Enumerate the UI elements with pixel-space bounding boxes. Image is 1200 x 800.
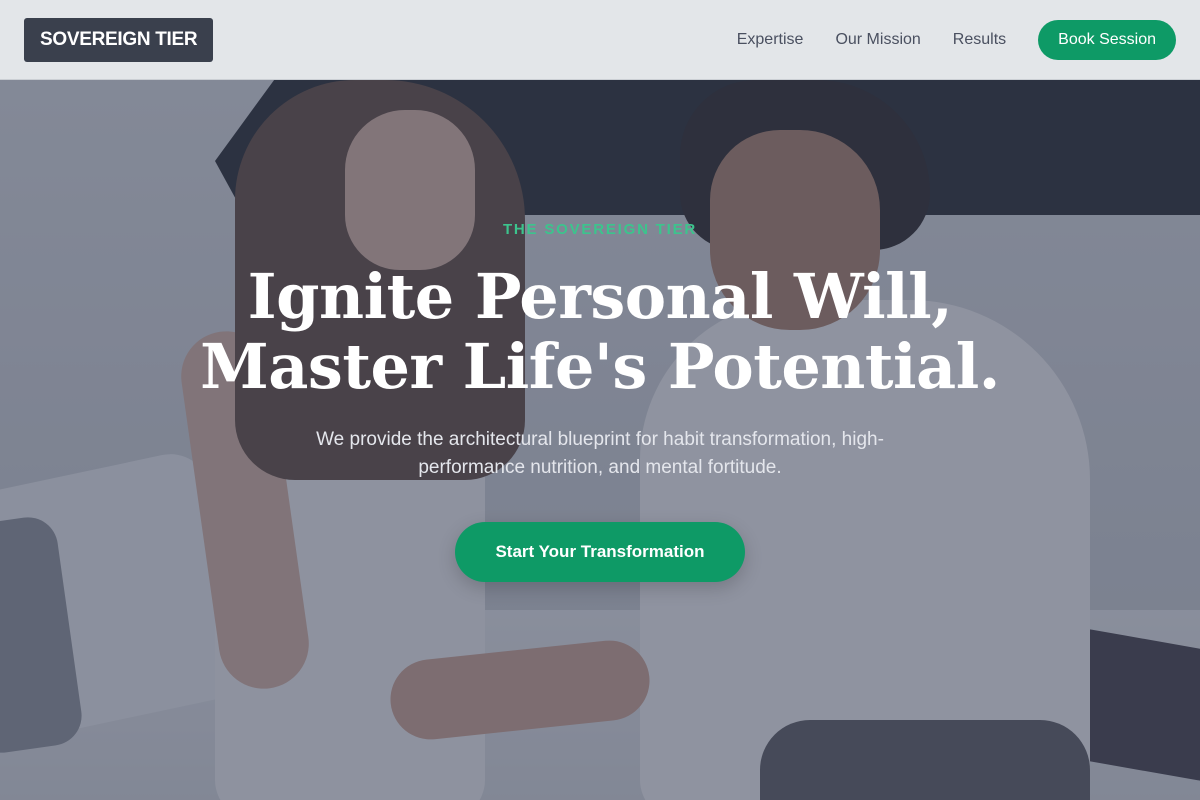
brand-logo[interactable]: SOVEREIGN TIER bbox=[24, 18, 214, 62]
nav-link-expertise[interactable]: Expertise bbox=[737, 31, 804, 49]
nav-link-results[interactable]: Results bbox=[953, 31, 1006, 49]
hero-subtext: We provide the architectural blueprint f… bbox=[316, 429, 884, 478]
landing-page: SOVEREIGN TIER Expertise Our Mission Res… bbox=[0, 0, 1200, 800]
nav-link-our-mission[interactable]: Our Mission bbox=[835, 31, 920, 49]
book-session-button[interactable]: Book Session bbox=[1038, 20, 1176, 60]
start-transformation-button[interactable]: Start Your Transformation bbox=[455, 522, 745, 582]
hero-headline-line-1: Ignite Personal Will, bbox=[247, 260, 953, 333]
hero-section: THE SOVEREIGN TIER Ignite Personal Will,… bbox=[0, 80, 1200, 800]
hero-headline: Ignite Personal Will, Master Life's Pote… bbox=[100, 262, 1100, 402]
hero-headline-line-2: Master Life's Potential. bbox=[200, 330, 1000, 403]
top-navbar: SOVEREIGN TIER Expertise Our Mission Res… bbox=[0, 0, 1200, 80]
hero-eyebrow: THE SOVEREIGN TIER bbox=[502, 221, 698, 238]
nav-links: Expertise Our Mission Results Book Sessi… bbox=[737, 20, 1176, 60]
